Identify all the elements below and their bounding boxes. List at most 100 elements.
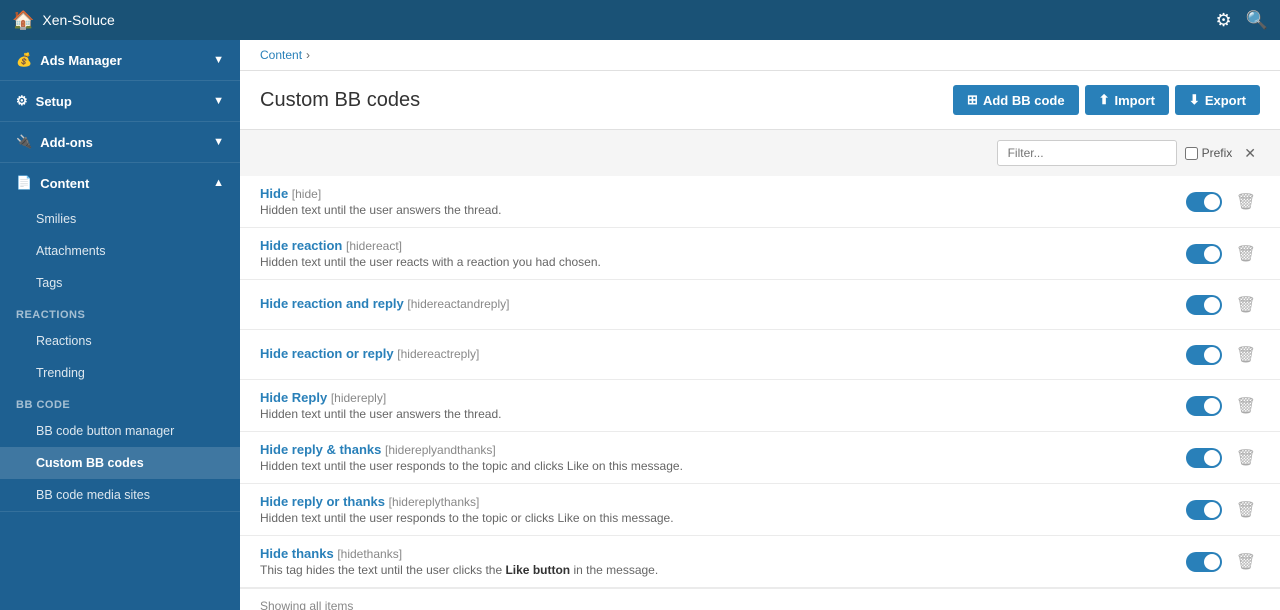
delete-hide[interactable]: 🗑 <box>1232 188 1260 216</box>
sidebar-item-tags[interactable]: Tags <box>0 267 240 299</box>
prefix-checkbox-input[interactable] <box>1185 147 1198 160</box>
toggle-hidereply[interactable] <box>1186 396 1222 416</box>
bb-code-tag-hidereplythanks: [hidereplythanks] <box>389 495 480 509</box>
sidebar-header-setup[interactable]: ⚙ Setup ▼ <box>0 81 240 121</box>
prefix-label: Prefix <box>1202 146 1233 160</box>
filter-input[interactable] <box>997 140 1177 166</box>
sidebar-header-content[interactable]: 📄 Content ▲ <box>0 163 240 203</box>
bb-code-tag-hidereact: [hidereact] <box>346 239 402 253</box>
export-button[interactable]: ⬇ Export <box>1175 85 1260 115</box>
bb-code-desc-hidethanks: This tag hides the text until the user c… <box>260 563 1186 577</box>
bb-code-tag-hidethanks: [hidethanks] <box>337 547 402 561</box>
sidebar: 💰 Ads Manager ▼ ⚙ Setup ▼ 🔌 Add-ons <box>0 40 240 610</box>
delete-hidereply[interactable]: 🗑 <box>1232 392 1260 420</box>
sidebar-item-reactions[interactable]: Reactions <box>0 325 240 357</box>
sidebar-header-ads-manager[interactable]: 💰 Ads Manager ▼ <box>0 40 240 80</box>
toggle-hidethanks[interactable] <box>1186 552 1222 572</box>
table-row: Hide thanks [hidethanks] This tag hides … <box>240 536 1280 588</box>
bb-code-title-hide[interactable]: Hide <box>260 186 288 201</box>
bb-code-title-hidereply[interactable]: Hide Reply <box>260 390 327 405</box>
toggle-hidereactandreply[interactable] <box>1186 295 1222 315</box>
sidebar-item-attachments[interactable]: Attachments <box>0 235 240 267</box>
bb-code-desc-hidereply: Hidden text until the user answers the t… <box>260 407 1186 421</box>
sidebar-item-custom-bb-codes[interactable]: Custom BB codes <box>0 447 240 479</box>
bb-code-title-hidethanks[interactable]: Hide thanks <box>260 546 334 561</box>
bb-code-title-hidereplyandthanks[interactable]: Hide reply & thanks <box>260 442 381 457</box>
sidebar-item-trending[interactable]: Trending <box>0 357 240 389</box>
toggle-hidereplythanks[interactable] <box>1186 500 1222 520</box>
add-icon: ⊞ <box>967 92 978 108</box>
delete-hidereactandreply[interactable]: 🗑 <box>1232 291 1260 319</box>
sidebar-item-smilies[interactable]: Smilies <box>0 203 240 235</box>
sidebar-header-addons[interactable]: 🔌 Add-ons ▼ <box>0 122 240 162</box>
sidebar-section-setup: ⚙ Setup ▼ <box>0 81 240 122</box>
bb-code-title-hidereact[interactable]: Hide reaction <box>260 238 342 253</box>
ads-manager-chevron: ▼ <box>213 54 224 66</box>
sidebar-section-ads: 💰 Ads Manager ▼ <box>0 40 240 81</box>
bb-code-desc-hidereplyandthanks: Hidden text until the user responds to t… <box>260 459 1186 473</box>
setup-label: Setup <box>36 94 72 109</box>
sidebar-item-bbcode-button-manager[interactable]: BB code button manager <box>0 415 240 447</box>
delete-hidereact[interactable]: 🗑 <box>1232 240 1260 268</box>
table-row: Hide reaction [hidereact] Hidden text un… <box>240 228 1280 280</box>
table-row: Hide Reply [hidereply] Hidden text until… <box>240 380 1280 432</box>
add-bb-code-button[interactable]: ⊞ Add BB code <box>953 85 1079 115</box>
content-label: Content <box>40 176 89 191</box>
bb-code-title-hidereplythanks[interactable]: Hide reply or thanks <box>260 494 385 509</box>
sidebar-section-addons: 🔌 Add-ons ▼ <box>0 122 240 163</box>
table-row: Hide reply & thanks [hidereplyandthanks]… <box>240 432 1280 484</box>
bb-code-title-hidereactreply[interactable]: Hide reaction or reply <box>260 346 394 361</box>
ads-manager-label: Ads Manager <box>40 53 122 68</box>
top-nav: 🏠 Xen-Soluce ⚙ 🔍 <box>0 0 1280 40</box>
delete-hidereplythanks[interactable]: 🗑 <box>1232 496 1260 524</box>
clear-filter-button[interactable]: ✕ <box>1240 143 1260 164</box>
bb-code-tag-hidereply: [hidereply] <box>331 391 386 405</box>
reactions-group-label: Reactions <box>0 299 240 325</box>
bb-code-tag-hidereplyandthanks: [hidereplyandthanks] <box>385 443 496 457</box>
toggle-hidereact[interactable] <box>1186 244 1222 264</box>
site-name: Xen-Soluce <box>42 12 114 28</box>
sidebar-section-content: 📄 Content ▲ Smilies Attachments Tags Rea… <box>0 163 240 512</box>
bb-code-tag-hide: [hide] <box>292 187 321 201</box>
home-icon[interactable]: 🏠 <box>12 10 34 31</box>
sidebar-item-bbcode-media-sites[interactable]: BB code media sites <box>0 479 240 511</box>
bb-code-title-hidereactandreply[interactable]: Hide reaction and reply <box>260 296 404 311</box>
content-area: Content › Custom BB codes ⊞ Add BB code … <box>240 40 1280 610</box>
showing-label: Showing all items <box>260 599 353 610</box>
breadcrumb: Content › <box>240 40 1280 71</box>
toggle-hide[interactable] <box>1186 192 1222 212</box>
delete-hidereplyandthanks[interactable]: 🗑 <box>1232 444 1260 472</box>
table-row: Hide reaction or reply [hidereactreply] … <box>240 330 1280 380</box>
delete-hidereactreply[interactable]: 🗑 <box>1232 341 1260 369</box>
page-header: Custom BB codes ⊞ Add BB code ⬆ Import ⬇… <box>240 71 1280 130</box>
list-footer: Showing all items <box>240 588 1280 610</box>
addons-label: Add-ons <box>40 135 93 150</box>
bb-code-tag-hidereactreply: [hidereactreply] <box>397 347 479 361</box>
content-icon: 📄 <box>16 175 32 191</box>
breadcrumb-parent[interactable]: Content <box>260 48 302 62</box>
delete-hidethanks[interactable]: 🗑 <box>1232 548 1260 576</box>
prefix-checkbox[interactable]: Prefix <box>1185 146 1233 160</box>
content-chevron: ▲ <box>213 177 224 189</box>
bb-code-tag-hidereactandreply: [hidereactandreply] <box>407 297 509 311</box>
main-layout: 💰 Ads Manager ▼ ⚙ Setup ▼ 🔌 Add-ons <box>0 40 1280 610</box>
top-nav-left: 🏠 Xen-Soluce <box>12 10 115 31</box>
import-button[interactable]: ⬆ Import <box>1085 85 1169 115</box>
page-title: Custom BB codes <box>260 89 420 112</box>
addons-icon: 🔌 <box>16 134 32 150</box>
toggle-hidereactreply[interactable] <box>1186 345 1222 365</box>
table-row: Hide [hide] Hidden text until the user a… <box>240 176 1280 228</box>
breadcrumb-separator: › <box>306 48 310 62</box>
setup-icon: ⚙ <box>16 93 28 109</box>
filter-bar: Prefix ✕ <box>240 130 1280 176</box>
ads-manager-icon: 💰 <box>16 52 32 68</box>
settings-icon[interactable]: ⚙ <box>1215 10 1231 31</box>
header-buttons: ⊞ Add BB code ⬆ Import ⬇ Export <box>953 85 1260 115</box>
bb-codes-list: Hide [hide] Hidden text until the user a… <box>240 176 1280 610</box>
addons-chevron: ▼ <box>213 136 224 148</box>
import-icon: ⬆ <box>1099 92 1110 108</box>
search-icon[interactable]: 🔍 <box>1246 10 1268 31</box>
table-row: Hide reaction and reply [hidereactandrep… <box>240 280 1280 330</box>
bbcode-group-label: BB code <box>0 389 240 415</box>
toggle-hidereplyandthanks[interactable] <box>1186 448 1222 468</box>
